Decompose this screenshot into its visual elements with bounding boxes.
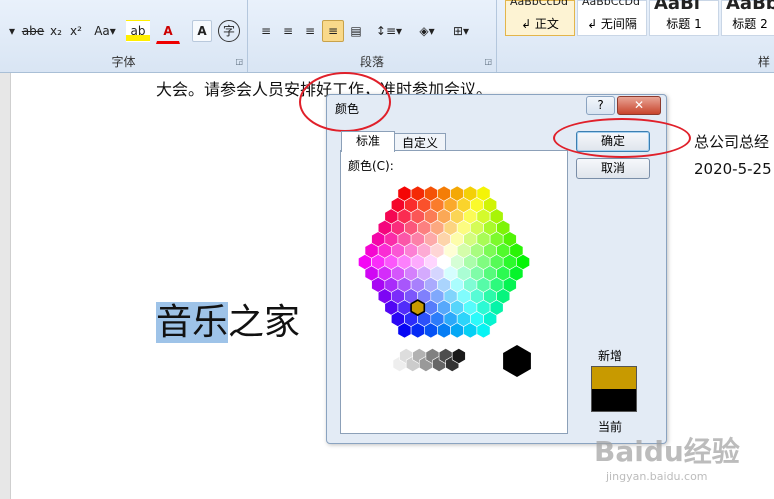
close-button[interactable]: ✕	[617, 96, 661, 115]
align-right-icon[interactable]: ≡	[300, 20, 320, 42]
current-color-swatch	[592, 389, 636, 411]
char-shading-button[interactable]: A	[192, 20, 212, 42]
font-color-button[interactable]: A	[156, 20, 180, 44]
font-dialog-launcher-icon[interactable]: ◲	[235, 57, 243, 66]
color-preview	[591, 366, 637, 412]
change-case-button[interactable]: Aa▾	[88, 20, 122, 42]
style-label: ↲ 无间隔	[587, 17, 637, 31]
page-margin	[0, 73, 11, 499]
new-color-swatch	[592, 367, 636, 389]
styles-group: AaBbCcDd ↲ 正文 AaBbCcDd ↲ 无间隔 AaBl 标题 1 A…	[497, 0, 774, 72]
align-left-icon[interactable]: ≡	[256, 20, 276, 42]
borders-icon[interactable]: ⊞▾	[446, 20, 476, 42]
color-hexagon-palette[interactable]	[341, 151, 567, 433]
distributed-icon[interactable]: ▤	[346, 20, 366, 42]
style-heading-2[interactable]: AaBb 标题 2	[721, 0, 774, 36]
document-right-text: 总公司总经	[694, 133, 770, 151]
selected-text[interactable]: 音乐	[156, 302, 229, 343]
strikethrough-button[interactable]: abe	[20, 20, 46, 42]
superscript-button[interactable]: x²	[66, 20, 86, 42]
justify-icon[interactable]: ≡	[322, 20, 344, 42]
subscript-button[interactable]: x₂	[46, 20, 66, 42]
heading-text: 之家	[228, 302, 301, 343]
line-spacing-icon[interactable]: ↕≡▾	[374, 20, 404, 42]
annotation-ellipse	[553, 118, 691, 158]
style-normal[interactable]: AaBbCcDd ↲ 正文	[505, 0, 575, 36]
ribbon: ▾ abe x₂ x² Aa▾ ab A A 字 字体 ◲ ≡ ≡ ≡ ≡ ▤ …	[0, 0, 774, 73]
shading-icon[interactable]: ◈▾	[412, 20, 442, 42]
document-date: 2020-5-25	[694, 160, 772, 178]
paragraph-group-label: 段落	[359, 55, 384, 69]
tab-standard[interactable]: 标准	[341, 131, 395, 152]
font-group: ▾ abe x₂ x² Aa▾ ab A A 字 字体 ◲	[0, 0, 248, 72]
watermark-url: jingyan.baidu.com	[606, 470, 708, 483]
new-label: 新增	[598, 349, 623, 363]
help-button[interactable]: ?	[586, 96, 615, 115]
document-heading[interactable]: 音乐之家	[156, 293, 300, 353]
style-no-spacing[interactable]: AaBbCcDd ↲ 无间隔	[577, 0, 647, 36]
style-preview: AaBbCcDd	[510, 0, 568, 8]
paragraph-group: ≡ ≡ ≡ ≡ ▤ ↕≡▾ ◈▾ ⊞▾ 段落 ◲	[248, 0, 497, 72]
style-preview: AaBl	[654, 0, 700, 14]
highlight-button[interactable]: ab	[126, 20, 150, 42]
style-label: ↲ 正文	[521, 17, 559, 31]
styles-group-label: 样	[757, 55, 770, 69]
font-group-label: 字体	[111, 55, 136, 69]
annotation-ellipse	[299, 72, 391, 132]
enclose-char-button[interactable]: 字	[218, 20, 240, 42]
cancel-button[interactable]: 取消	[576, 158, 650, 179]
style-preview: AaBbCcDd	[582, 0, 640, 8]
selected-swatch-marker[interactable]	[410, 299, 426, 317]
style-heading-1[interactable]: AaBl 标题 1	[649, 0, 719, 36]
watermark-logo: Baidu经验	[594, 435, 740, 468]
color-panel: 颜色(C):	[340, 150, 568, 434]
style-preview: AaBb	[726, 0, 774, 14]
font-toolbar: ▾ abe x₂ x² Aa▾ ab A A 字	[4, 20, 244, 44]
black-swatch[interactable]	[503, 345, 531, 377]
align-center-icon[interactable]: ≡	[278, 20, 298, 42]
paragraph-dialog-launcher-icon[interactable]: ◲	[484, 57, 492, 66]
style-label: 标题 2	[732, 17, 768, 31]
style-label: 标题 1	[666, 17, 702, 31]
dropdown-arrow-icon[interactable]: ▾	[6, 20, 18, 42]
